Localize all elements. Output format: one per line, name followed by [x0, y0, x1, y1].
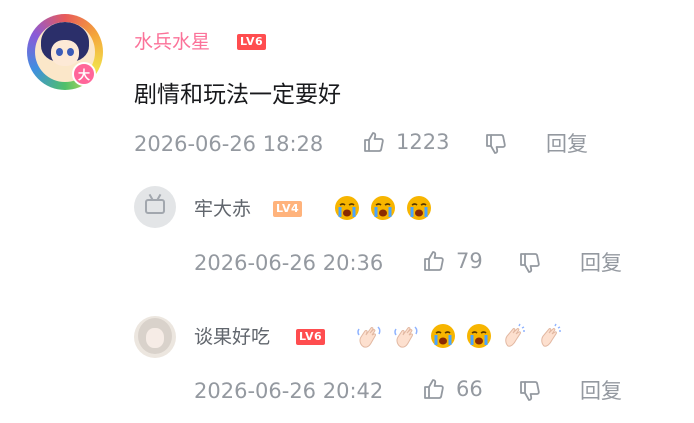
crying-face-icon — [406, 195, 432, 221]
reply-button[interactable]: 回复 — [580, 378, 622, 404]
crying-face-icon — [466, 323, 492, 349]
crying-face-icon — [370, 195, 396, 221]
level-badge: LV6 — [296, 329, 326, 345]
thumbs-down-icon[interactable] — [518, 379, 542, 403]
level-badge: LV6 — [237, 34, 267, 50]
waving-hand-icon — [393, 323, 419, 349]
like-count: 79 — [456, 249, 483, 273]
clapping-hands-icon — [502, 323, 528, 349]
like-count: 1223 — [396, 130, 450, 154]
clapping-hands-icon — [538, 323, 564, 349]
thumbs-down-icon[interactable] — [484, 132, 508, 156]
reply-username[interactable]: 谈果好吃 — [194, 326, 270, 348]
thumbs-up-icon[interactable] — [422, 249, 446, 273]
like-count: 66 — [456, 377, 483, 401]
reply-time: 2026-06-26 20:36 — [194, 251, 384, 275]
waving-hand-icon — [356, 323, 382, 349]
reply-avatar[interactable] — [134, 186, 176, 228]
level-badge: LV4 — [273, 201, 303, 217]
thumbs-up-icon[interactable] — [422, 377, 446, 401]
reply-avatar[interactable] — [134, 316, 176, 358]
crying-face-icon — [334, 195, 360, 221]
username[interactable]: 水兵水星 — [134, 31, 210, 53]
avatar-badge: 大 — [72, 62, 96, 86]
thumbs-down-icon[interactable] — [518, 251, 542, 275]
comment-text: 剧情和玩法一定要好 — [134, 82, 341, 108]
reply-time: 2026-06-26 20:42 — [194, 379, 384, 403]
tv-icon — [145, 199, 165, 214]
reply-button[interactable]: 回复 — [546, 131, 588, 157]
crying-face-icon — [430, 323, 456, 349]
reply-button[interactable]: 回复 — [580, 250, 622, 276]
comment-time: 2026-06-26 18:28 — [134, 132, 324, 156]
reply-username[interactable]: 牢大赤 — [194, 198, 251, 220]
thumbs-up-icon[interactable] — [362, 130, 386, 154]
